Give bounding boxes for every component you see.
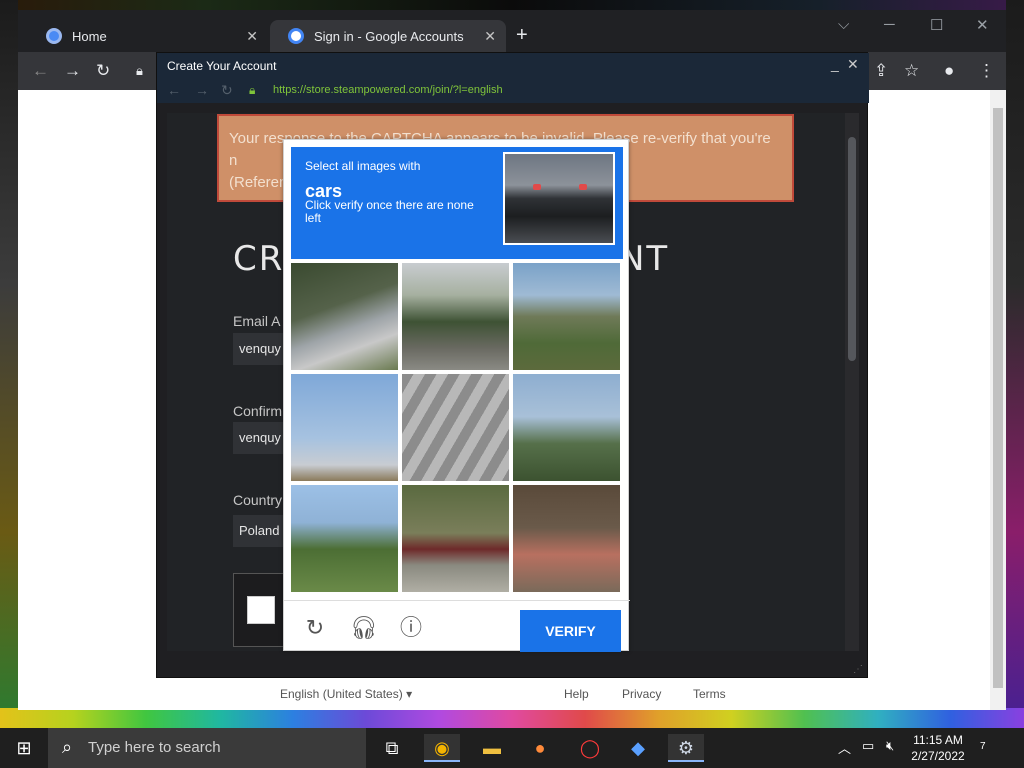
captcha-tile-palm-tree-house[interactable] bbox=[402, 263, 509, 370]
close-window-icon[interactable]: ✕ bbox=[847, 56, 859, 73]
help-link[interactable]: Help bbox=[564, 687, 589, 701]
captcha-instruction: Select all images with bbox=[305, 159, 421, 173]
steam-window-title: Create Your Account bbox=[157, 53, 869, 79]
steam-taskbar-icon[interactable]: ⚙ bbox=[668, 734, 704, 762]
taskbar-clock[interactable]: 11:15 AM 2/27/2022 bbox=[906, 732, 970, 764]
example-car-image bbox=[503, 152, 615, 245]
captcha-tile-fire-hydrant[interactable] bbox=[513, 485, 620, 592]
volume-muted-icon[interactable]: 🔇︎ bbox=[886, 738, 894, 754]
new-tab-button[interactable]: + bbox=[516, 24, 528, 47]
captcha-tile-crosswalk-stripes[interactable] bbox=[402, 374, 509, 481]
language-label: English (United States) bbox=[280, 687, 403, 701]
steam-url: https://store.steampowered.com/join/?l=e… bbox=[273, 84, 503, 96]
page-scrollbar[interactable] bbox=[990, 90, 1006, 710]
firefox-icon[interactable]: ● bbox=[522, 734, 558, 762]
clock-date: 2/27/2022 bbox=[911, 749, 965, 763]
forward-arrow-icon[interactable]: → bbox=[64, 61, 81, 81]
tab-label: Home bbox=[72, 28, 107, 44]
captcha-tile-palm-tree-pole[interactable] bbox=[291, 485, 398, 592]
minimize-icon[interactable]: ─ bbox=[884, 16, 895, 33]
show-hidden-icons-icon[interactable]: ︿ bbox=[838, 738, 851, 757]
chrome-titlebar: Home ✕ Sign in - Google Accounts ✕ + ⌵ ─… bbox=[18, 10, 1006, 52]
resize-grip-icon[interactable]: ⋰ bbox=[853, 664, 863, 675]
minimize-icon[interactable]: _ bbox=[831, 56, 839, 72]
app-feather-icon[interactable]: ◆ bbox=[620, 734, 656, 762]
forward-arrow-icon[interactable]: → bbox=[195, 82, 209, 98]
file-explorer-icon[interactable]: ▬ bbox=[474, 734, 510, 762]
taillight bbox=[579, 184, 587, 190]
reload-icon[interactable]: ↻ bbox=[96, 61, 110, 81]
tab-label: Sign in - Google Accounts bbox=[314, 28, 464, 44]
dropdown-arrow-icon: ▾ bbox=[406, 687, 413, 701]
scrollbar-thumb[interactable] bbox=[848, 137, 856, 361]
lock-icon[interactable]: 🔒︎ bbox=[136, 63, 143, 79]
notification-center-icon[interactable]: 7 bbox=[980, 736, 986, 754]
close-window-icon[interactable]: ✕ bbox=[976, 16, 989, 34]
recaptcha-checkbox[interactable] bbox=[247, 596, 275, 624]
close-tab-icon[interactable]: ✕ bbox=[246, 28, 258, 45]
profile-icon[interactable]: ● bbox=[944, 61, 954, 81]
headphones-icon[interactable]: 🎧︎ bbox=[350, 615, 378, 641]
steam-nav-bar: ← → ↻ 🔒︎ https://store.steampowered.com/… bbox=[157, 79, 869, 103]
search-placeholder: Type here to search bbox=[88, 739, 221, 756]
tab-home[interactable]: Home ✕ bbox=[28, 20, 268, 52]
clock-time: 11:15 AM bbox=[913, 733, 963, 747]
desktop-wallpaper-strip bbox=[0, 708, 1024, 728]
search-icon: ⌕ bbox=[62, 737, 73, 757]
reload-icon[interactable]: ↻ bbox=[221, 82, 233, 99]
refresh-icon[interactable]: ↻ bbox=[302, 615, 328, 641]
opera-icon[interactable]: ◯ bbox=[572, 734, 608, 762]
desktop-left-edge bbox=[0, 0, 18, 710]
hcaptcha-challenge: Select all images with cars Click verify… bbox=[283, 139, 630, 652]
tab-google-signin[interactable]: Sign in - Google Accounts ✕ bbox=[270, 20, 506, 52]
menu-icon[interactable]: ⋮ bbox=[978, 61, 995, 81]
steam-scrollbar[interactable] bbox=[845, 113, 859, 651]
maximize-icon[interactable]: ☐ bbox=[930, 16, 943, 34]
chrome-favicon-icon bbox=[46, 28, 62, 44]
captcha-tile-overpass-bridge[interactable] bbox=[513, 374, 620, 481]
email-label: Email A bbox=[233, 313, 281, 329]
confirm-email-label: Confirm bbox=[233, 403, 283, 419]
task-view-icon[interactable]: ⧉ bbox=[374, 734, 410, 762]
country-label: Country bbox=[233, 492, 283, 508]
captcha-image-grid bbox=[291, 263, 623, 593]
terms-link[interactable]: Terms bbox=[693, 687, 726, 701]
language-selector[interactable]: English (United States) ▾ bbox=[280, 687, 412, 701]
captcha-hint: Click verify once there are none left bbox=[305, 198, 474, 225]
captcha-tile-crosswalk-street[interactable] bbox=[291, 263, 398, 370]
scrollbar-thumb[interactable] bbox=[993, 108, 1003, 688]
close-tab-icon[interactable]: ✕ bbox=[484, 28, 496, 45]
captcha-tile-palm-trees-building[interactable] bbox=[513, 263, 620, 370]
tab-search-icon[interactable]: ⌵ bbox=[838, 16, 849, 33]
windows-start-icon[interactable]: ⊞ bbox=[0, 728, 48, 768]
chrome-taskbar-icon[interactable]: ◉ bbox=[424, 734, 460, 762]
network-icon[interactable]: ▭ bbox=[862, 738, 874, 754]
privacy-link[interactable]: Privacy bbox=[622, 687, 661, 701]
share-icon[interactable]: ⇪ bbox=[874, 61, 888, 81]
taillight bbox=[533, 184, 541, 190]
lock-icon: 🔒︎ bbox=[249, 83, 256, 97]
info-icon[interactable]: ⓘ bbox=[398, 615, 424, 641]
verify-button[interactable]: VERIFY bbox=[520, 610, 621, 652]
taskbar-search-box[interactable]: ⌕ Type here to search bbox=[48, 728, 366, 768]
back-arrow-icon[interactable]: ← bbox=[167, 82, 181, 98]
bookmark-star-icon[interactable]: ☆ bbox=[904, 61, 919, 81]
captcha-footer: ↻ 🎧︎ ⓘ VERIFY bbox=[284, 600, 630, 652]
back-arrow-icon[interactable]: ← bbox=[32, 61, 49, 81]
captcha-tile-sky-pole[interactable] bbox=[291, 374, 398, 481]
desktop-right-edge bbox=[1006, 0, 1024, 710]
google-favicon-icon bbox=[288, 28, 304, 44]
captcha-prompt: Select all images with cars Click verify… bbox=[291, 147, 623, 259]
notification-count: 7 bbox=[980, 741, 986, 752]
captcha-tile-red-car-road[interactable] bbox=[402, 485, 509, 592]
windows-taskbar: ⊞ ⌕ Type here to search ⧉ ◉ ▬ ● ◯ ◆ ⚙ ︿ … bbox=[0, 728, 1024, 768]
